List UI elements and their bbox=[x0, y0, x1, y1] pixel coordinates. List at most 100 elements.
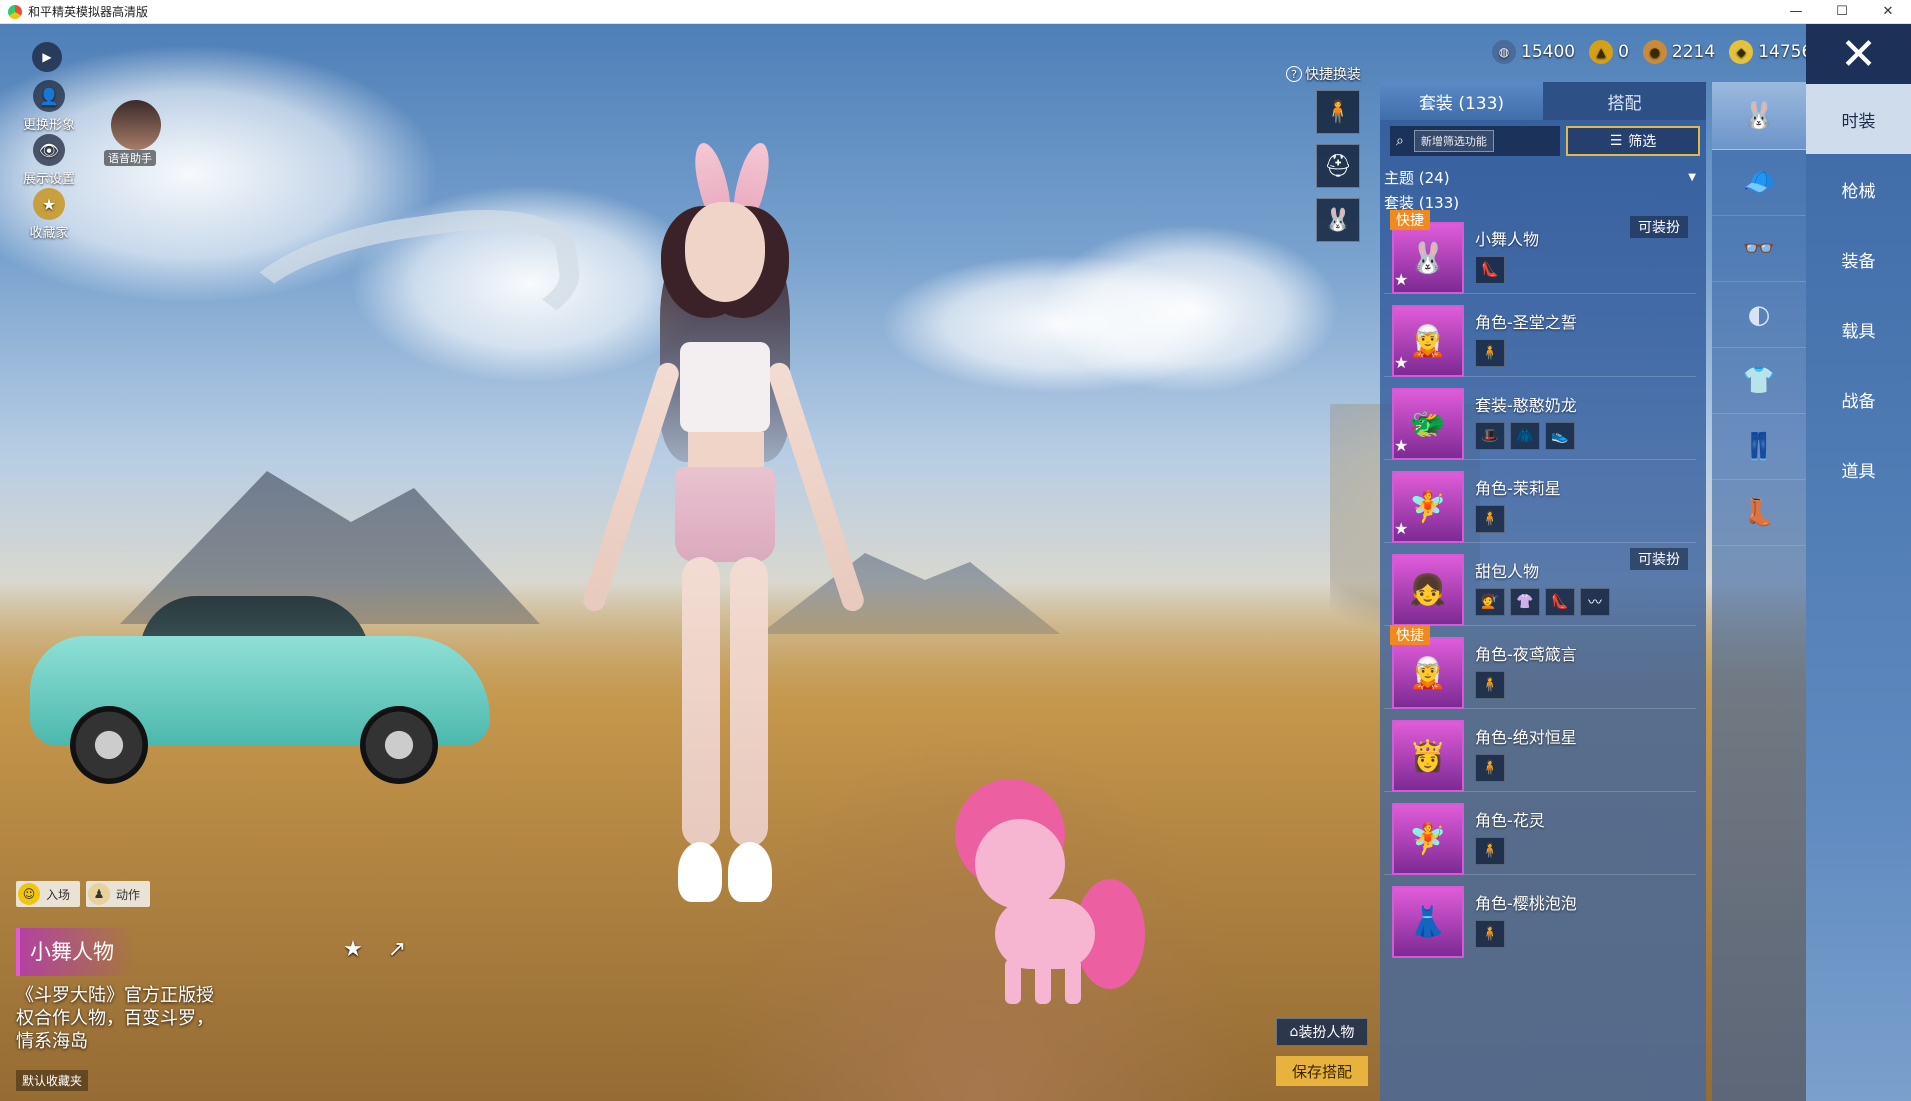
pose-icon: ♟ bbox=[88, 883, 111, 905]
save-combo-button[interactable]: 保存搭配 bbox=[1276, 1056, 1368, 1086]
list-item[interactable]: 🧝 快捷 角色-夜鸢箴言 🧍 bbox=[1384, 625, 1696, 709]
voice-assistant-button[interactable]: 语音助手 bbox=[104, 100, 168, 166]
helmet-icon: ⛑ bbox=[1324, 153, 1352, 179]
outfit-name: 小舞人物 bbox=[1475, 230, 1540, 249]
category-glasses[interactable]: 👓 bbox=[1712, 216, 1806, 282]
collector-button[interactable]: ★ 收藏家 bbox=[14, 188, 84, 241]
figure-part-icon[interactable]: 🧍 bbox=[1475, 920, 1505, 948]
display-settings-label: 展示设置 bbox=[22, 172, 75, 187]
display-settings-button[interactable]: 👁 展示设置 bbox=[14, 134, 84, 187]
jacket-part-icon[interactable]: 🧥 bbox=[1510, 422, 1540, 450]
tab-sets[interactable]: 套装 (133) bbox=[1380, 82, 1543, 120]
quick-change-text: 快捷换装 bbox=[1305, 67, 1361, 83]
quick-slot-2[interactable]: ⛑ bbox=[1316, 144, 1360, 188]
change-avatar-label: 更换形象 bbox=[22, 118, 75, 133]
list-item[interactable]: 🧚 角色-花灵 🧍 bbox=[1384, 797, 1696, 875]
list-item[interactable]: 👧 可装扮 甜包人物 💇 👚 👠 〰 bbox=[1384, 548, 1696, 626]
quick-badge: 快捷 bbox=[1390, 625, 1430, 645]
outfit-name: 角色-花灵 bbox=[1475, 811, 1545, 830]
shoe-part-icon[interactable]: 👟 bbox=[1545, 422, 1575, 450]
pony-leg bbox=[1035, 959, 1051, 1004]
action-label: 动作 bbox=[116, 887, 141, 902]
character-arm bbox=[765, 359, 867, 615]
currency-gold-token[interactable]: ▲ 0 bbox=[1589, 40, 1629, 64]
nav-weapons[interactable]: 枪械 bbox=[1806, 154, 1911, 224]
close-window-button[interactable]: ✕ bbox=[1865, 0, 1911, 24]
share-icon[interactable]: ↗ bbox=[382, 936, 412, 962]
currency-globe[interactable]: ◍ 15400 bbox=[1492, 40, 1575, 64]
currency-bar: ◍ 15400 ▲ 0 ● 2214 ◆ 147563 bbox=[1492, 40, 1823, 64]
figure-part-icon[interactable]: 🧍 bbox=[1475, 671, 1505, 699]
nav-fashion[interactable]: 时装 bbox=[1806, 84, 1911, 154]
currency-bronze[interactable]: ● 2214 bbox=[1642, 40, 1715, 64]
jacket-icon: 👕 bbox=[1742, 365, 1776, 396]
nav-equipment[interactable]: 装备 bbox=[1806, 224, 1911, 294]
list-item[interactable]: 👗 角色-樱桃泡泡 🧍 bbox=[1384, 880, 1696, 958]
quick-slot-1[interactable]: 🧍 bbox=[1316, 90, 1360, 134]
hanger-icon: ⌂ bbox=[1289, 1024, 1299, 1040]
category-top[interactable]: 👕 bbox=[1712, 348, 1806, 414]
nav-items[interactable]: 道具 bbox=[1806, 434, 1911, 504]
change-avatar-button[interactable]: 👤 更换形象 bbox=[14, 80, 84, 133]
outfit-tools: ★ ↗ bbox=[338, 936, 412, 962]
character-shoe bbox=[678, 842, 722, 902]
outfit-parts: 🧍 bbox=[1475, 339, 1505, 367]
category-hat[interactable]: 🧢 bbox=[1712, 150, 1806, 216]
collector-badge-icon: ★ bbox=[33, 188, 65, 220]
nav-battle-prep[interactable]: 战备 bbox=[1806, 364, 1911, 434]
hat-part-icon[interactable]: 🎩 bbox=[1475, 422, 1505, 450]
pink-pony-pet[interactable] bbox=[955, 779, 1145, 1009]
dress-character-button[interactable]: ⌂ 装扮人物 bbox=[1276, 1018, 1368, 1046]
favorite-icon[interactable]: ★ bbox=[338, 936, 368, 962]
list-item[interactable]: 🧝 ★ 角色-圣堂之誓 🧍 bbox=[1384, 299, 1696, 377]
play-icon: ▶ bbox=[42, 50, 52, 64]
wearable-tag: 可装扮 bbox=[1630, 216, 1688, 238]
top-part-icon[interactable]: 👚 bbox=[1510, 588, 1540, 616]
quick-change-label[interactable]: ? 快捷换装 bbox=[1286, 64, 1361, 84]
outfit-parts: 🧍 bbox=[1475, 505, 1505, 533]
accessory-part-icon[interactable]: 〰 bbox=[1580, 588, 1610, 616]
character-shoe bbox=[728, 842, 772, 902]
quick-slot-3[interactable]: 🐰 bbox=[1316, 198, 1360, 242]
character-model[interactable] bbox=[560, 139, 880, 972]
shoe-part-icon[interactable]: 👠 bbox=[1545, 588, 1575, 616]
minimize-button[interactable]: — bbox=[1773, 0, 1819, 24]
bunny-character-icon: 🐰 bbox=[1324, 207, 1352, 233]
play-button[interactable]: ▶ bbox=[32, 42, 62, 72]
list-item[interactable]: 👸 角色-绝对恒星 🧍 bbox=[1384, 714, 1696, 792]
mask-icon: ◐ bbox=[1747, 299, 1771, 330]
figure-part-icon[interactable]: 🧍 bbox=[1475, 505, 1505, 533]
current-outfit-name: 小舞人物 bbox=[16, 928, 136, 976]
window-controls: — ☐ ✕ bbox=[1773, 0, 1911, 24]
category-shoes[interactable]: 👢 bbox=[1712, 480, 1806, 546]
list-item[interactable]: 🧚 ★ 角色-茉莉星 🧍 bbox=[1384, 465, 1696, 543]
bronze-coin-icon: ● bbox=[1642, 40, 1667, 64]
category-mask[interactable]: ◐ bbox=[1712, 282, 1806, 348]
enter-label: 入场 bbox=[46, 887, 71, 902]
filter-button[interactable]: ☰ 筛选 bbox=[1566, 126, 1700, 156]
enter-animation-button[interactable]: ☺ 入场 bbox=[16, 881, 81, 907]
theme-dropdown[interactable]: 主题 (24) ▼ bbox=[1384, 166, 1696, 188]
cloud bbox=[1040, 224, 1340, 394]
figure-part-icon[interactable]: 🧍 bbox=[1475, 837, 1505, 865]
hair-part-icon[interactable]: 💇 bbox=[1475, 588, 1505, 616]
category-pants[interactable]: 👖 bbox=[1712, 414, 1806, 480]
action-button[interactable]: ♟ 动作 bbox=[86, 881, 151, 907]
figure-part-icon[interactable]: 🧍 bbox=[1475, 339, 1505, 367]
smile-icon: ☺ bbox=[18, 883, 40, 905]
outfit-thumbnail: 🧚 bbox=[1392, 803, 1464, 875]
car[interactable] bbox=[30, 596, 490, 784]
figure-part-icon[interactable]: 🧍 bbox=[1475, 754, 1505, 782]
list-item[interactable]: 🐰 ★ 快捷 可装扮 小舞人物 👠 bbox=[1384, 210, 1696, 294]
nav-vehicles[interactable]: 载具 bbox=[1806, 294, 1911, 364]
shoe-part-icon[interactable]: 👠 bbox=[1475, 256, 1505, 284]
category-character[interactable]: 🐰 bbox=[1712, 82, 1806, 150]
tab-combos[interactable]: 搭配 bbox=[1543, 82, 1706, 120]
close-button[interactable]: ✕ bbox=[1806, 24, 1911, 84]
list-item[interactable]: 🐲 ★ 套装-憨憨奶龙 🎩 🧥 👟 bbox=[1384, 382, 1696, 460]
maximize-button[interactable]: ☐ bbox=[1819, 0, 1865, 24]
close-icon: ✕ bbox=[1840, 28, 1877, 80]
search-input[interactable]: ⌕ 新增筛选功能 bbox=[1390, 126, 1560, 156]
favorite-folder-label[interactable]: 默认收藏夹 bbox=[16, 1070, 89, 1091]
character-top bbox=[680, 342, 770, 432]
